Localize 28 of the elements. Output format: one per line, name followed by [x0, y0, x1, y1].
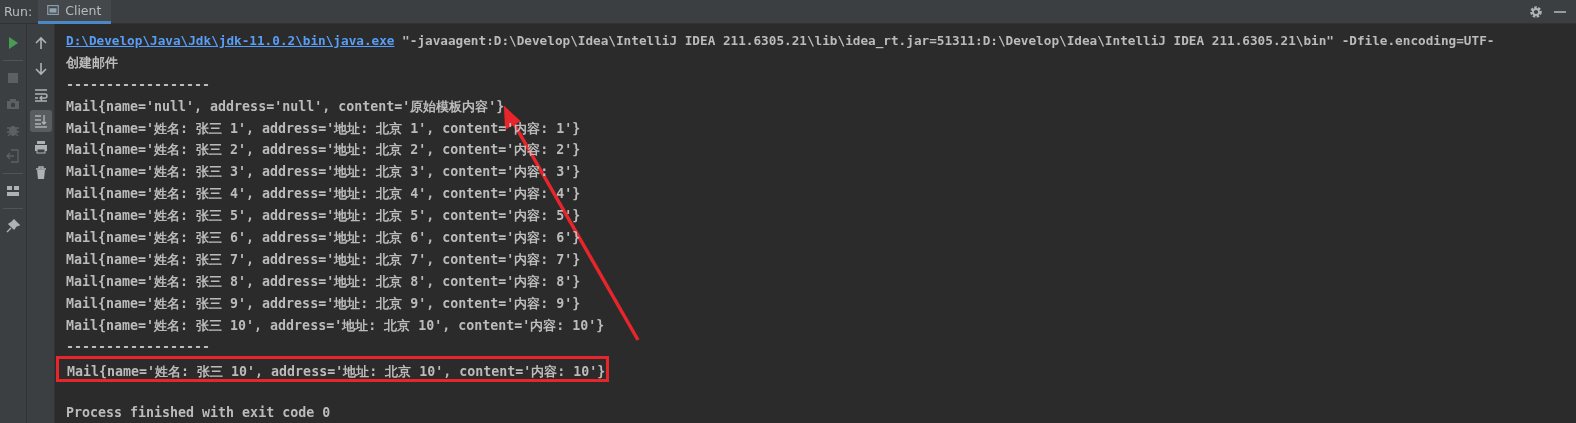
camera-icon — [5, 96, 21, 112]
settings-icon[interactable] — [1528, 3, 1544, 20]
console-output-line: Mail{name='姓名: 张三 6', address='地址: 北京 6', content='内容: 6'} — [66, 229, 582, 247]
console-output-line: Mail{name='null', address='null', content='原始模板内容'} — [66, 97, 506, 116]
console-output-line: Mail{name='姓名: 张三 4', address='地址: 北京 4', content='内容: 4'} — [66, 185, 582, 204]
console-output-line: Process finished with exit code 0 — [66, 404, 332, 423]
scroll-to-end-icon — [32, 113, 49, 129]
command-arguments: "-javaagent:D:\Develop\Idea\IntelliJ IDEA 211.6305.21\lib\idea_rt.jar=51311:D:\Develop\Idea\IntelliJ IDEA 211.6305.21\bin" -Dfile.encoding=UTF- — [401, 33, 1495, 48]
scroll-to-end-button[interactable] — [29, 110, 52, 132]
pin-icon — [5, 218, 21, 234]
exit-icon — [5, 148, 21, 164]
console-output-line: Mail{name='姓名: 张三 10', address='地址: 北京 10', content='内容: 10'} — [67, 364, 606, 380]
console-output-line: Mail{name='姓名: 张三 7', address='地址: 北京 7', content='内容: 7'} — [66, 250, 582, 269]
down-arrow-icon — [32, 61, 49, 77]
console-output-line: Mail{name='姓名: 张三 10', address='地址: 北京 10', content='内容: 10'} — [66, 316, 606, 335]
print-icon — [32, 139, 49, 155]
stop-icon — [5, 70, 21, 86]
layout-icon — [5, 183, 21, 199]
console-output-line: ------------------ — [66, 75, 212, 94]
window-icon — [46, 3, 61, 17]
soft-wrap-icon — [32, 87, 49, 103]
console-output-line: 创建邮件 — [66, 53, 119, 72]
console-output-line: ------------------ — [66, 338, 212, 357]
run-label: Run: — [3, 4, 34, 19]
console-output-line: Mail{name='姓名: 张三 9', address='地址: 北京 9', content='内容: 9'} — [66, 294, 582, 313]
executable-path-link[interactable]: D:\Develop\Java\Jdk\jdk-11.0.2\bin\java.exe — [66, 33, 395, 48]
tab[interactable]: Client — [38, 0, 112, 24]
console-output-line: Mail{name='姓名: 张三 8', address='地址: 北京 8', content='内容: 8'} — [66, 272, 582, 291]
